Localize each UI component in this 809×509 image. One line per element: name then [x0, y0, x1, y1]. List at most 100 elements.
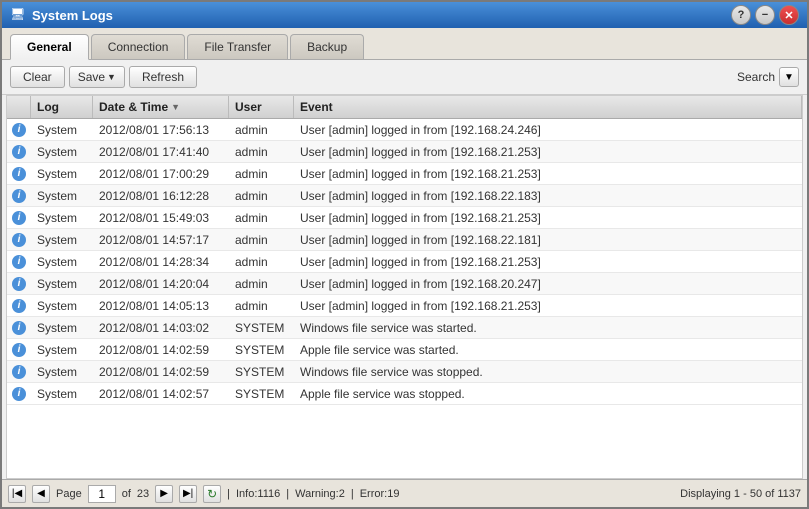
- table-row[interactable]: i System 2012/08/01 14:05:13 admin User …: [7, 295, 802, 317]
- separator2: |: [351, 488, 354, 500]
- cell-datetime: 2012/08/01 14:05:13: [93, 297, 229, 315]
- cell-user: admin: [229, 165, 294, 183]
- info-label: Info:1116: [236, 488, 280, 500]
- info-icon: i: [12, 343, 26, 357]
- cell-icon: i: [7, 143, 31, 161]
- cell-log: System: [31, 363, 93, 381]
- cell-user: admin: [229, 231, 294, 249]
- cell-user: admin: [229, 143, 294, 161]
- minimize-button[interactable]: −: [755, 5, 775, 25]
- header-user[interactable]: User: [229, 96, 294, 118]
- info-icon: i: [12, 387, 26, 401]
- info-icon: i: [12, 255, 26, 269]
- table-row[interactable]: i System 2012/08/01 14:02:59 SYSTEM Appl…: [7, 339, 802, 361]
- cell-log: System: [31, 297, 93, 315]
- cell-event: User [admin] logged in from [192.168.24.…: [294, 121, 802, 139]
- cell-user: admin: [229, 121, 294, 139]
- save-dropdown-arrow: ▼: [107, 72, 116, 82]
- tab-general[interactable]: General: [10, 34, 89, 60]
- prev-page-button[interactable]: ◀: [32, 485, 50, 503]
- table-row[interactable]: i System 2012/08/01 15:49:03 admin User …: [7, 207, 802, 229]
- info-icon: i: [12, 299, 26, 313]
- cell-user: SYSTEM: [229, 319, 294, 337]
- cell-icon: i: [7, 385, 31, 403]
- info-icon: i: [12, 189, 26, 203]
- tab-bar: General Connection File Transfer Backup: [2, 28, 807, 60]
- page-input[interactable]: [88, 485, 116, 503]
- close-button[interactable]: ✕: [779, 5, 799, 25]
- table-row[interactable]: i System 2012/08/01 14:03:02 SYSTEM Wind…: [7, 317, 802, 339]
- next-page-button[interactable]: ▶: [155, 485, 173, 503]
- info-icon: i: [12, 321, 26, 335]
- help-button[interactable]: ?: [731, 5, 751, 25]
- display-range: Displaying 1 - 50 of 1137: [680, 488, 801, 500]
- cell-datetime: 2012/08/01 14:03:02: [93, 319, 229, 337]
- cell-user: SYSTEM: [229, 341, 294, 359]
- status-refresh-button[interactable]: ↻: [203, 485, 221, 503]
- cell-icon: i: [7, 275, 31, 293]
- toolbar: Clear Save ▼ Refresh Search ▼: [2, 60, 807, 95]
- title-bar-left: 🖥 System Logs: [10, 7, 113, 23]
- clear-button[interactable]: Clear: [10, 66, 65, 88]
- tab-file-transfer[interactable]: File Transfer: [187, 34, 288, 59]
- status-bar: |◀ ◀ Page of 23 ▶ ▶| ↻ | Info:1116 | War…: [2, 479, 807, 507]
- cell-datetime: 2012/08/01 15:49:03: [93, 209, 229, 227]
- cell-event: User [admin] logged in from [192.168.21.…: [294, 143, 802, 161]
- cell-icon: i: [7, 341, 31, 359]
- cell-icon: i: [7, 297, 31, 315]
- system-logs-window: 🖥 System Logs ? − ✕ General Connection F…: [0, 0, 809, 509]
- cell-datetime: 2012/08/01 14:20:04: [93, 275, 229, 293]
- info-count: |: [227, 488, 230, 500]
- table-row[interactable]: i System 2012/08/01 14:02:57 SYSTEM Appl…: [7, 383, 802, 405]
- table-row[interactable]: i System 2012/08/01 14:02:59 SYSTEM Wind…: [7, 361, 802, 383]
- table-row[interactable]: i System 2012/08/01 17:00:29 admin User …: [7, 163, 802, 185]
- cell-datetime: 2012/08/01 14:28:34: [93, 253, 229, 271]
- table-row[interactable]: i System 2012/08/01 17:56:13 admin User …: [7, 119, 802, 141]
- table-row[interactable]: i System 2012/08/01 16:12:28 admin User …: [7, 185, 802, 207]
- info-icon: i: [12, 277, 26, 291]
- header-datetime[interactable]: Date & Time ▼: [93, 96, 229, 118]
- info-icon: i: [12, 233, 26, 247]
- tab-backup[interactable]: Backup: [290, 34, 364, 59]
- last-page-button[interactable]: ▶|: [179, 485, 197, 503]
- cell-event: Windows file service was stopped.: [294, 363, 802, 381]
- cell-icon: i: [7, 165, 31, 183]
- cell-user: admin: [229, 187, 294, 205]
- cell-event: User [admin] logged in from [192.168.21.…: [294, 253, 802, 271]
- page-label: Page: [56, 488, 82, 500]
- table-header: Log Date & Time ▼ User Event: [7, 96, 802, 119]
- sort-arrow-icon: ▼: [171, 102, 180, 112]
- refresh-button[interactable]: Refresh: [129, 66, 197, 88]
- cell-user: SYSTEM: [229, 385, 294, 403]
- cell-log: System: [31, 209, 93, 227]
- info-icon: i: [12, 123, 26, 137]
- table-row[interactable]: i System 2012/08/01 17:41:40 admin User …: [7, 141, 802, 163]
- cell-datetime: 2012/08/01 17:56:13: [93, 121, 229, 139]
- cell-log: System: [31, 319, 93, 337]
- save-button[interactable]: Save ▼: [69, 66, 125, 88]
- cell-icon: i: [7, 319, 31, 337]
- cell-log: System: [31, 385, 93, 403]
- cell-log: System: [31, 341, 93, 359]
- window-icon: 🖥: [10, 7, 26, 23]
- header-event[interactable]: Event: [294, 96, 802, 118]
- title-bar: 🖥 System Logs ? − ✕: [2, 2, 807, 28]
- cell-log: System: [31, 253, 93, 271]
- cell-icon: i: [7, 231, 31, 249]
- first-page-button[interactable]: |◀: [8, 485, 26, 503]
- tab-connection[interactable]: Connection: [91, 34, 186, 59]
- table-row[interactable]: i System 2012/08/01 14:20:04 admin User …: [7, 273, 802, 295]
- header-icon: [7, 96, 31, 118]
- cell-user: SYSTEM: [229, 363, 294, 381]
- table-row[interactable]: i System 2012/08/01 14:28:34 admin User …: [7, 251, 802, 273]
- page-of-label: of: [122, 488, 131, 500]
- cell-user: admin: [229, 275, 294, 293]
- cell-datetime: 2012/08/01 16:12:28: [93, 187, 229, 205]
- window-title: System Logs: [32, 8, 113, 23]
- cell-user: admin: [229, 209, 294, 227]
- search-toggle-button[interactable]: ▼: [779, 67, 799, 87]
- cell-icon: i: [7, 121, 31, 139]
- cell-log: System: [31, 275, 93, 293]
- table-row[interactable]: i System 2012/08/01 14:57:17 admin User …: [7, 229, 802, 251]
- header-log[interactable]: Log: [31, 96, 93, 118]
